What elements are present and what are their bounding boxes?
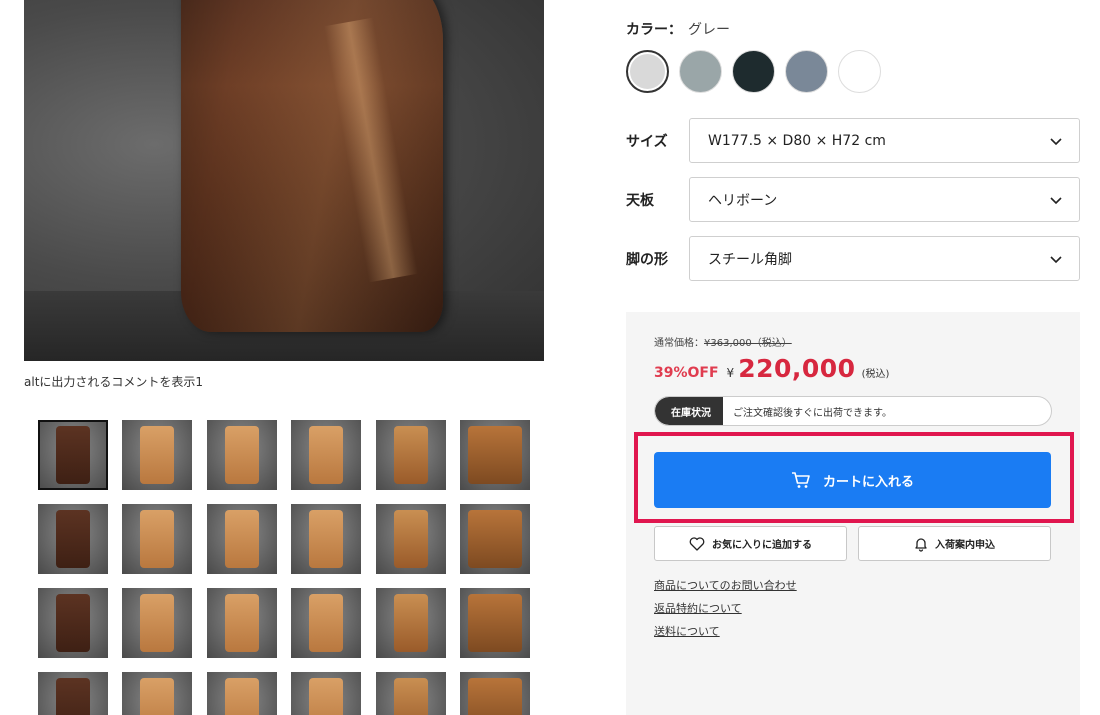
legs-label: 脚の形 (626, 251, 668, 268)
color-swatch[interactable] (785, 50, 828, 93)
legs-select-value: スチール角脚 (708, 251, 792, 268)
product-inquiry-link[interactable]: 商品についてのお問い合わせ (654, 577, 797, 593)
price-row: 39%OFF ¥ 220,000 (税込) (654, 354, 889, 383)
thumbnail[interactable] (122, 420, 193, 490)
regular-price: 通常価格：¥363,000（税込） (654, 334, 792, 349)
thumbnail[interactable] (291, 504, 362, 574)
bell-icon (915, 537, 927, 552)
chevron-down-icon (1050, 197, 1062, 205)
thumbnail[interactable] (375, 420, 446, 490)
favorite-label: お気に入りに追加する (712, 540, 812, 551)
regular-price-label: 通常価格： (654, 338, 704, 349)
discount-badge: 39%OFF (654, 365, 719, 381)
color-swatch[interactable] (732, 50, 775, 93)
size-select-value: W177.5 × D80 × H72 cm (708, 132, 886, 149)
thumbnail-wood-image (56, 678, 90, 715)
heart-icon (689, 536, 705, 551)
thumbnail-wood-image (467, 594, 522, 652)
thumbnail[interactable] (38, 504, 108, 574)
thumbnail[interactable] (206, 672, 277, 715)
thumbnail[interactable] (122, 588, 193, 658)
chevron-down-icon (1050, 138, 1062, 146)
sale-price: 220,000 (738, 354, 856, 383)
thumbnail-wood-image (309, 678, 344, 715)
shipping-link[interactable]: 送料について (654, 623, 720, 639)
add-to-cart-button[interactable]: カートに入れる (654, 452, 1051, 508)
size-select[interactable]: W177.5 × D80 × H72 cm (689, 118, 1080, 163)
thumbnail-wood-image (309, 510, 344, 568)
thumbnail[interactable] (291, 588, 362, 658)
thumbnail[interactable] (375, 588, 446, 658)
thumbnail[interactable] (291, 420, 362, 490)
color-swatch[interactable] (838, 50, 881, 93)
size-label: サイズ (626, 133, 668, 150)
thumbnail-wood-image (224, 678, 259, 715)
thumbnail-wood-image (224, 426, 259, 484)
size-option-row: サイズ W177.5 × D80 × H72 cm (626, 118, 1080, 163)
thumbnail-wood-image (56, 426, 90, 484)
thumbnail[interactable] (206, 504, 277, 574)
thumbnail-grid (38, 420, 538, 715)
top-option-row: 天板 ヘリボーン (626, 177, 1080, 222)
thumbnail[interactable] (375, 672, 446, 715)
thumbnail-wood-image (309, 594, 344, 652)
stock-message: ご注文確認後すぐに出荷できます。 (733, 407, 892, 419)
color-row: カラー： グレー (626, 19, 730, 39)
thumbnail-wood-image (393, 426, 428, 484)
product-main-image[interactable] (24, 0, 544, 361)
thumbnail[interactable] (375, 504, 446, 574)
thumbnail-wood-image (56, 594, 90, 652)
top-select[interactable]: ヘリボーン (689, 177, 1080, 222)
top-label: 天板 (626, 192, 654, 209)
color-value: グレー (688, 22, 730, 38)
thumbnail[interactable] (206, 420, 277, 490)
color-swatches (626, 50, 881, 93)
thumbnail-wood-image (467, 426, 522, 484)
legs-select[interactable]: スチール角脚 (689, 236, 1080, 281)
color-label: カラー： (626, 22, 682, 38)
thumbnail[interactable] (459, 672, 530, 715)
chevron-down-icon (1050, 256, 1062, 264)
thumbnail-wood-image (140, 594, 175, 652)
thumbnail-wood-image (467, 678, 522, 715)
thumbnail[interactable] (122, 672, 193, 715)
tax-note: (税込) (861, 369, 890, 380)
legs-option-row: 脚の形 スチール角脚 (626, 236, 1080, 281)
thumbnail-wood-image (393, 678, 428, 715)
color-swatch[interactable] (626, 50, 669, 93)
stock-status: 在庫状況 ご注文確認後すぐに出荷できます。 (654, 396, 1052, 426)
thumbnail-wood-image (224, 594, 259, 652)
add-favorite-button[interactable]: お気に入りに追加する (654, 526, 847, 561)
regular-price-value: ¥363,000（税込） (704, 338, 792, 349)
thumbnail[interactable] (206, 588, 277, 658)
image-caption: altに出力されるコメントを表示1 (24, 375, 204, 389)
thumbnail[interactable] (38, 672, 108, 715)
color-swatch[interactable] (679, 50, 722, 93)
thumbnail[interactable] (291, 672, 362, 715)
thumbnail[interactable] (459, 588, 530, 658)
thumbnail[interactable] (122, 504, 193, 574)
thumbnail-wood-image (393, 510, 428, 568)
currency-symbol: ¥ (726, 366, 735, 380)
thumbnail[interactable] (459, 504, 530, 574)
wood-slab-photo (181, 0, 443, 332)
return-policy-link[interactable]: 返品特約について (654, 600, 742, 616)
thumbnail-wood-image (467, 510, 522, 568)
thumbnail-wood-image (224, 510, 259, 568)
thumbnail[interactable] (38, 588, 108, 658)
add-to-cart-label: カートに入れる (822, 474, 914, 490)
thumbnail-wood-image (393, 594, 428, 652)
thumbnail-wood-image (140, 426, 175, 484)
top-select-value: ヘリボーン (708, 192, 778, 209)
thumbnail-wood-image (56, 510, 90, 568)
restock-label: 入荷案内申込 (935, 540, 995, 551)
stock-tag: 在庫状況 (655, 397, 723, 425)
thumbnail[interactable] (459, 420, 530, 490)
thumbnail-wood-image (309, 426, 344, 484)
cart-icon (791, 472, 810, 488)
restock-notify-button[interactable]: 入荷案内申込 (858, 526, 1051, 561)
thumbnail-wood-image (140, 510, 175, 568)
thumbnail-wood-image (140, 678, 175, 715)
thumbnail[interactable] (38, 420, 108, 490)
